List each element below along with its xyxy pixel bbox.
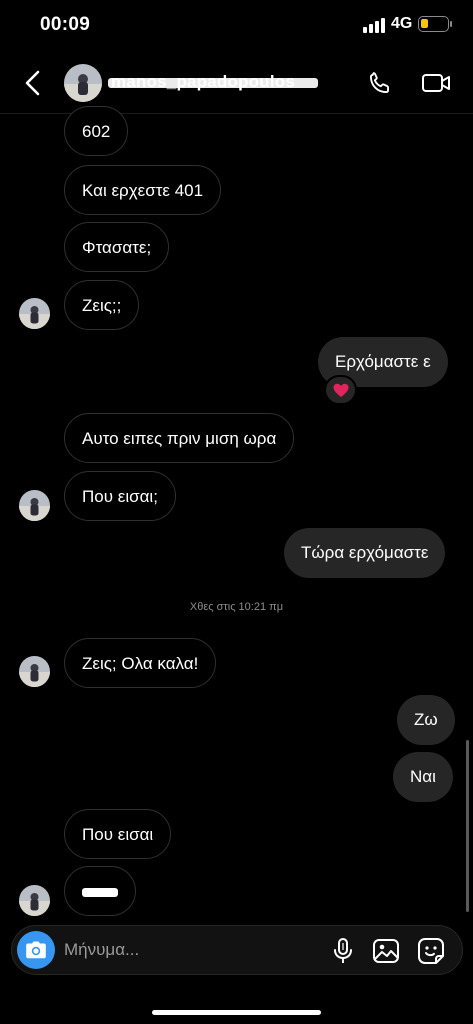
phone-icon xyxy=(369,72,389,94)
message-bubble-incoming[interactable]: Αυτο ειπες πριν μιση ωρα xyxy=(64,413,295,463)
sender-avatar[interactable] xyxy=(19,885,50,916)
sticker-icon xyxy=(418,938,444,964)
sender-avatar[interactable] xyxy=(19,490,50,521)
message-bubble-outgoing[interactable]: Ναι xyxy=(393,752,453,802)
chevron-left-icon xyxy=(25,70,40,96)
header-avatar[interactable] xyxy=(64,64,102,102)
home-indicator[interactable] xyxy=(152,1010,321,1015)
gallery-button[interactable] xyxy=(372,937,400,965)
message-bubble-incoming[interactable]: Που εισαι xyxy=(64,809,172,859)
call-button[interactable] xyxy=(366,69,394,97)
redacted-text xyxy=(82,888,118,898)
scrollbar[interactable] xyxy=(466,740,469,912)
video-camera-icon xyxy=(422,74,450,92)
sender-avatar[interactable] xyxy=(19,656,50,687)
back-button[interactable] xyxy=(18,66,48,100)
message-bubble-outgoing[interactable]: Τώρα ερχόμαστε xyxy=(284,528,446,578)
heart-icon xyxy=(333,383,348,397)
video-call-button[interactable] xyxy=(421,69,451,97)
message-bubble-incoming[interactable]: Ζεις; Ολα καλα! xyxy=(64,638,217,688)
camera-button[interactable] xyxy=(17,931,55,969)
status-bar: 00:09 4G xyxy=(0,0,473,52)
microphone-icon xyxy=(334,938,352,963)
username-redaction xyxy=(108,78,318,88)
message-bubble-incoming[interactable]: Ζεις;; xyxy=(64,280,140,330)
message-bubble-incoming[interactable]: Που εισαι; xyxy=(64,471,176,521)
status-time: 00:09 xyxy=(40,14,91,35)
message-bubble-incoming[interactable] xyxy=(64,866,136,916)
sticker-button[interactable] xyxy=(417,937,445,965)
message-composer xyxy=(11,925,463,975)
battery-tip xyxy=(450,21,452,27)
message-bubble-incoming[interactable]: Και ερχεστε 401 xyxy=(64,165,222,215)
chat-header: manos_papadopoulos xyxy=(0,52,473,114)
reaction-badge[interactable] xyxy=(324,375,357,405)
image-icon xyxy=(373,939,399,963)
message-bubble-outgoing[interactable]: Ζω xyxy=(397,695,455,745)
sender-avatar[interactable] xyxy=(19,298,50,329)
message-input[interactable] xyxy=(64,936,314,964)
signal-icon xyxy=(363,17,385,33)
message-bubble-incoming[interactable]: Φτασατε; xyxy=(64,222,170,272)
battery-icon xyxy=(418,16,449,32)
camera-icon xyxy=(26,941,46,959)
message-bubble-incoming[interactable]: 602 xyxy=(64,106,129,156)
microphone-button[interactable] xyxy=(330,937,356,965)
network-label: 4G xyxy=(391,15,413,32)
timestamp-divider: Χθες στις 10:21 πμ xyxy=(189,601,284,613)
